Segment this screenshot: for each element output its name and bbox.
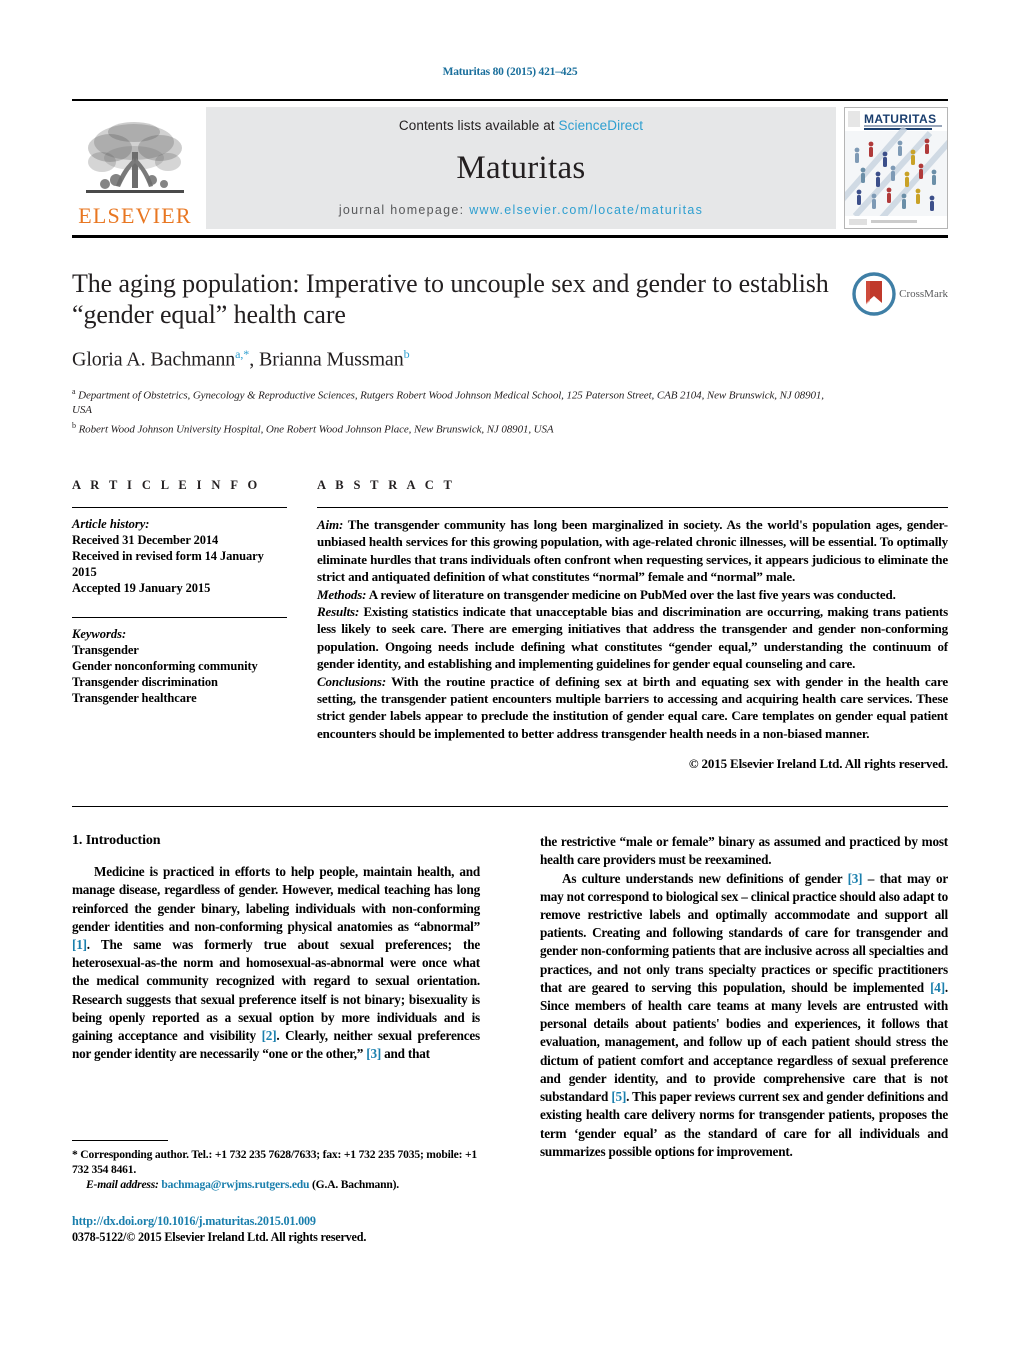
article-history-label: Article history:	[72, 516, 150, 531]
article-info-heading: A R T I C L E I N F O	[72, 477, 261, 492]
author-1-affiliation-marker[interactable]: a,*	[235, 347, 249, 361]
intro-paragraph-1: Medicine is practiced in efforts to help…	[72, 863, 480, 1063]
citation-ref-1[interactable]: [1]	[72, 937, 87, 952]
keyword-item: Transgender	[72, 642, 139, 657]
intro-paragraph-2: As culture understands new definitions o…	[540, 870, 948, 1161]
sciencedirect-link[interactable]: ScienceDirect	[559, 118, 644, 133]
journal-homepage-line: journal homepage: www.elsevier.com/locat…	[339, 203, 703, 217]
intro-p1-part-d: and that	[381, 1046, 430, 1062]
abstract-text-results: Existing statistics indicate that unacce…	[317, 604, 948, 672]
abstract-label-aim: Aim:	[317, 516, 344, 532]
abstract-heading: A B S T R A C T	[317, 477, 456, 492]
header-bottom-rule	[72, 235, 948, 238]
journal-title: Maturitas	[456, 150, 586, 186]
affiliation-a: a Department of Obstetrics, Gynecology &…	[72, 384, 834, 419]
doi-block: http://dx.doi.org/10.1016/j.maturitas.20…	[72, 1213, 480, 1245]
footnote-rule	[72, 1140, 168, 1141]
issn-copyright-line: 0378-5122/© 2015 Elsevier Ireland Ltd. A…	[72, 1230, 367, 1244]
citation-ref-3b[interactable]: [3]	[848, 871, 863, 886]
info-abstract-region: A R T I C L E I N F O Article history: R…	[72, 478, 948, 772]
journal-cover-image: MATURITAS	[845, 108, 947, 228]
body-columns: 1. Introduction Medicine is practiced in…	[72, 833, 948, 1161]
page-title: The aging population: Imperative to unco…	[72, 269, 829, 329]
title-block: The aging population: Imperative to unco…	[72, 268, 948, 438]
keyword-item: Transgender healthcare	[72, 690, 197, 705]
email-label: E-mail address:	[86, 1178, 159, 1191]
history-revised: Received in revised form 14 January 2015	[72, 548, 264, 579]
crossmark-label: CrossMark	[899, 288, 948, 300]
intro-p1-part-a: Medicine is practiced in efforts to help…	[72, 864, 480, 934]
svg-text:MATURITAS: MATURITAS	[864, 112, 936, 126]
article-info-column: A R T I C L E I N F O Article history: R…	[72, 478, 317, 706]
contents-available-line: Contents lists available at ScienceDirec…	[399, 118, 643, 133]
article-page: Maturitas 80 (2015) 421–425 ELSEVIER Con…	[0, 0, 1020, 1351]
keyword-item: Transgender discrimination	[72, 674, 218, 689]
journal-header: ELSEVIER Contents lists available at Sci…	[72, 99, 948, 229]
affiliation-b-marker: b	[72, 421, 76, 431]
article-info-rule-top	[72, 506, 287, 508]
abstract-body: Aim: The transgender community has long …	[317, 516, 948, 742]
keywords-rule	[72, 616, 287, 618]
affiliation-b: b Robert Wood Johnson University Hospita…	[72, 418, 834, 438]
abstract-label-methods: Methods:	[317, 586, 367, 602]
keyword-item: Gender nonconforming community	[72, 658, 258, 673]
history-received: Received 31 December 2014	[72, 532, 219, 547]
journal-homepage-link[interactable]: www.elsevier.com/locate/maturitas	[469, 203, 703, 217]
homepage-prefix: journal homepage:	[338, 203, 470, 217]
intro-p2-part-c: . Since members of health care teams at …	[540, 979, 948, 1105]
citation-ref-2[interactable]: [2]	[262, 1028, 277, 1043]
abstract-section-conclusions: Conclusions: With the routine practice o…	[317, 673, 948, 743]
citation-ref-3[interactable]: [3]	[366, 1046, 381, 1061]
intro-p2-part-a: As culture understands new definitions o…	[562, 870, 848, 886]
body-column-left: 1. Introduction Medicine is practiced in…	[72, 833, 480, 1063]
abstract-text-methods: A review of literature on transgender me…	[366, 586, 896, 602]
citation-ref-5[interactable]: [5]	[611, 1089, 626, 1104]
body-separator-rule	[72, 806, 948, 808]
abstract-copyright: © 2015 Elsevier Ireland Ltd. All rights …	[688, 756, 948, 772]
abstract-label-results: Results:	[317, 604, 360, 619]
elsevier-wordmark: ELSEVIER	[78, 203, 192, 228]
abstract-column: A B S T R A C T Aim: The transgender com…	[317, 478, 948, 772]
affiliation-b-text: Robert Wood Johnson University Hospital,…	[78, 423, 554, 436]
abstract-label-conclusions: Conclusions:	[317, 673, 387, 689]
journal-cover-thumbnail[interactable]: MATURITAS	[844, 107, 948, 229]
citation-ref-4[interactable]: [4]	[930, 980, 945, 995]
author-name-2: Brianna Mussman	[259, 348, 404, 371]
footnote-area: * Corresponding author. Tel.: +1 732 235…	[72, 1140, 480, 1245]
affiliation-a-text: Department of Obstetrics, Gynecology & R…	[72, 389, 824, 417]
contents-prefix: Contents lists available at	[398, 118, 559, 133]
intro-paragraph-1-continued: the restrictive “male or female” binary …	[540, 834, 948, 868]
abstract-text-conclusions: With the routine practice of defining se…	[317, 673, 948, 741]
crossmark-badge[interactable]: CrossMark	[850, 268, 948, 316]
abstract-text-aim: The transgender community has long been …	[317, 516, 948, 585]
body-column-right: the restrictive “male or female” binary …	[540, 833, 948, 1161]
keywords-label: Keywords:	[72, 626, 127, 641]
abstract-section-aim: Aim: The transgender community has long …	[317, 516, 948, 586]
section-heading-introduction: 1. Introduction	[72, 833, 161, 849]
elsevier-logo: ELSEVIER	[72, 107, 198, 229]
crossmark-icon	[852, 272, 896, 316]
doi-link[interactable]: http://dx.doi.org/10.1016/j.maturitas.20…	[72, 1213, 480, 1229]
running-head: Maturitas 80 (2015) 421–425	[442, 66, 578, 78]
journal-header-band: Contents lists available at ScienceDirec…	[206, 107, 836, 229]
author-list: Gloria A. Bachmanna,*, Brianna Mussmanb	[72, 347, 410, 371]
abstract-section-results: Results: Existing statistics indicate th…	[317, 603, 948, 673]
email-link[interactable]: bachmaga@rwjms.rutgers.edu	[161, 1178, 309, 1191]
affiliations: a Department of Obstetrics, Gynecology &…	[72, 384, 834, 438]
affiliation-a-marker: a	[72, 386, 76, 396]
abstract-section-methods: Methods: A review of literature on trans…	[317, 586, 948, 603]
abstract-rule	[317, 506, 948, 508]
author-2-affiliation-marker[interactable]: b	[404, 347, 410, 361]
email-note: E-mail address: bachmaga@rwjms.rutgers.e…	[72, 1177, 480, 1192]
intro-p2-part-b: – that may or may not correspond to biol…	[540, 870, 949, 995]
email-owner: (G.A. Bachmann).	[312, 1178, 399, 1191]
author-name-1: Gloria A. Bachmann	[72, 348, 236, 371]
history-accepted: Accepted 19 January 2015	[72, 580, 211, 595]
elsevier-tree-icon	[86, 122, 184, 193]
corresponding-author-note: * Corresponding author. Tel.: +1 732 235…	[72, 1148, 477, 1176]
